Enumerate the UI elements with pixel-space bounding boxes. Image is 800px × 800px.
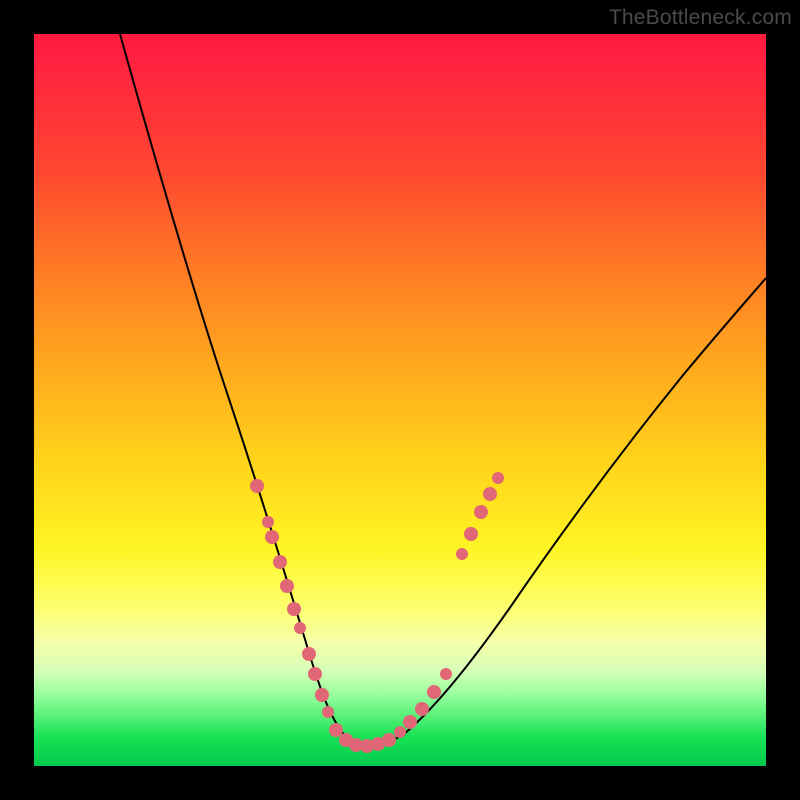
data-marker	[474, 505, 488, 519]
data-marker	[483, 487, 497, 501]
data-marker	[492, 472, 504, 484]
data-marker	[403, 715, 417, 729]
data-marker	[308, 667, 322, 681]
data-marker	[287, 602, 301, 616]
chart-area	[34, 34, 766, 766]
marker-group	[250, 472, 504, 753]
data-marker	[294, 622, 306, 634]
watermark-text: TheBottleneck.com	[609, 6, 792, 30]
data-marker	[302, 647, 316, 661]
data-marker	[329, 723, 343, 737]
data-marker	[250, 479, 264, 493]
data-marker	[456, 548, 468, 560]
data-marker	[280, 579, 294, 593]
data-marker	[262, 516, 274, 528]
data-marker	[394, 726, 406, 738]
data-marker	[265, 530, 279, 544]
data-marker	[382, 733, 396, 747]
bottleneck-curve-svg	[34, 34, 766, 766]
data-marker	[322, 706, 334, 718]
curve-path	[120, 34, 766, 747]
data-marker	[464, 527, 478, 541]
data-marker	[427, 685, 441, 699]
data-marker	[315, 688, 329, 702]
data-marker	[273, 555, 287, 569]
data-marker	[415, 702, 429, 716]
data-marker	[440, 668, 452, 680]
